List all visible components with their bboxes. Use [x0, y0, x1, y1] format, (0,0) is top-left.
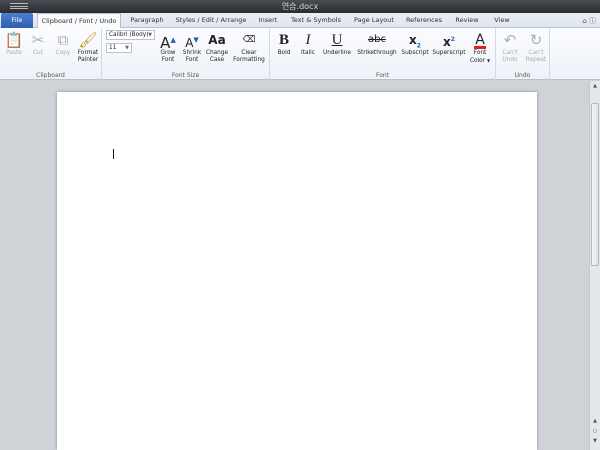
undo-button[interactable]: ↶ Can't Undo	[498, 30, 522, 64]
tab-paragraph[interactable]: Paragraph	[126, 13, 168, 28]
superscript-icon: x2	[443, 35, 455, 49]
shrink-font-icon: A▼	[185, 36, 199, 50]
tab-clipboard-font-undo[interactable]: Clipboard / Font / Undo	[37, 13, 121, 29]
change-case-icon: Aa	[208, 33, 226, 47]
scroll-thumb[interactable]	[591, 103, 599, 266]
font-size-group-label: Font Size	[171, 72, 200, 79]
copy-button[interactable]: ⧉ Copy	[52, 30, 74, 57]
copy-icon: ⧉	[57, 31, 69, 49]
ribbon: 📋 Paste ✂ Cut ⧉ Copy 🖌 Format Painter Cl…	[0, 28, 600, 80]
ribbon-options-icons[interactable]: ⌂ ⓘ	[582, 16, 596, 26]
italic-icon: I	[305, 32, 311, 48]
subscript-button[interactable]: x2 Subscript	[400, 30, 430, 57]
text-cursor	[113, 149, 114, 159]
tab-review[interactable]: Review	[452, 13, 482, 28]
vertical-scrollbar[interactable]: ▲ ▲ ○ ▼	[589, 81, 600, 450]
underline-button[interactable]: U Underline	[322, 30, 352, 57]
grow-font-button[interactable]: A▲ Grow Font	[156, 30, 180, 64]
paintbrush-icon: 🖌	[78, 31, 98, 49]
shrink-font-button[interactable]: A▼ Shrink Font	[180, 30, 204, 64]
tab-page-layout[interactable]: Page Layout	[350, 13, 398, 28]
strikethrough-button[interactable]: abc Strikethrough	[356, 30, 398, 57]
font-name-select[interactable]: Calibri (Body) ▼	[106, 30, 155, 40]
font-color-icon: A	[474, 32, 486, 49]
chevron-down-icon: ▼	[125, 45, 129, 51]
undo-group: ↶ Can't Undo ↻ Can't Repeat Undo	[496, 28, 550, 80]
clipboard-icon: 📋	[4, 31, 24, 49]
tab-view[interactable]: View	[490, 13, 514, 28]
repeat-icon: ↻	[529, 31, 543, 49]
scissors-icon: ✂	[31, 31, 45, 49]
undo-group-label: Undo	[514, 72, 531, 79]
grow-font-icon: A▲	[160, 34, 176, 52]
italic-button[interactable]: I Italic	[298, 30, 318, 57]
subscript-icon: x2	[409, 33, 421, 50]
title-bar: 연습.docx	[0, 0, 600, 13]
tab-styles-edit-arrange[interactable]: Styles / Edit / Arrange	[174, 13, 248, 28]
chevron-down-icon: ▼	[148, 32, 152, 38]
format-painter-button[interactable]: 🖌 Format Painter	[76, 30, 100, 64]
undo-icon: ↶	[503, 31, 517, 49]
browse-object-icon[interactable]: ○	[590, 428, 600, 434]
clipboard-group: 📋 Paste ✂ Cut ⧉ Copy 🖌 Format Painter Cl…	[0, 28, 102, 80]
tab-text-symbols[interactable]: Text & Symbols	[288, 13, 344, 28]
paste-button[interactable]: 📋 Paste	[4, 30, 24, 57]
window-title: 연습.docx	[281, 2, 319, 11]
change-case-button[interactable]: Aa Change Case	[205, 30, 229, 64]
superscript-button[interactable]: x2 Superscript	[432, 30, 466, 57]
eraser-icon: ⌫	[242, 35, 256, 45]
strikethrough-icon: abc	[368, 34, 386, 45]
scroll-up-icon[interactable]: ▲	[590, 83, 600, 89]
clipboard-group-label: Clipboard	[36, 72, 65, 79]
scroll-up-icon[interactable]: ▲	[590, 418, 600, 424]
tab-file[interactable]: File	[1, 13, 33, 28]
ribbon-tabs: File Clipboard / Font / Undo Paragraph S…	[0, 13, 600, 29]
scroll-down-icon[interactable]: ▼	[590, 438, 600, 444]
font-color-button[interactable]: A Font Color ▼	[468, 30, 492, 65]
bold-button[interactable]: B Bold	[274, 30, 294, 57]
font-size-select[interactable]: 11 ▼	[106, 43, 132, 53]
document-page[interactable]	[57, 92, 537, 450]
cut-button[interactable]: ✂ Cut	[28, 30, 48, 57]
underline-icon: U	[331, 32, 343, 48]
repeat-button[interactable]: ↻ Can't Repeat	[523, 30, 549, 64]
clear-formatting-button[interactable]: ⌫ Clear Formatting	[232, 30, 266, 64]
tab-insert[interactable]: Insert	[254, 13, 282, 28]
font-group-label: Font	[375, 72, 390, 79]
bold-icon: B	[278, 32, 289, 48]
font-group: B Bold I Italic U Underline abc Striketh…	[270, 28, 496, 80]
tab-references[interactable]: References	[404, 13, 444, 28]
chevron-down-icon: ▼	[486, 58, 491, 63]
